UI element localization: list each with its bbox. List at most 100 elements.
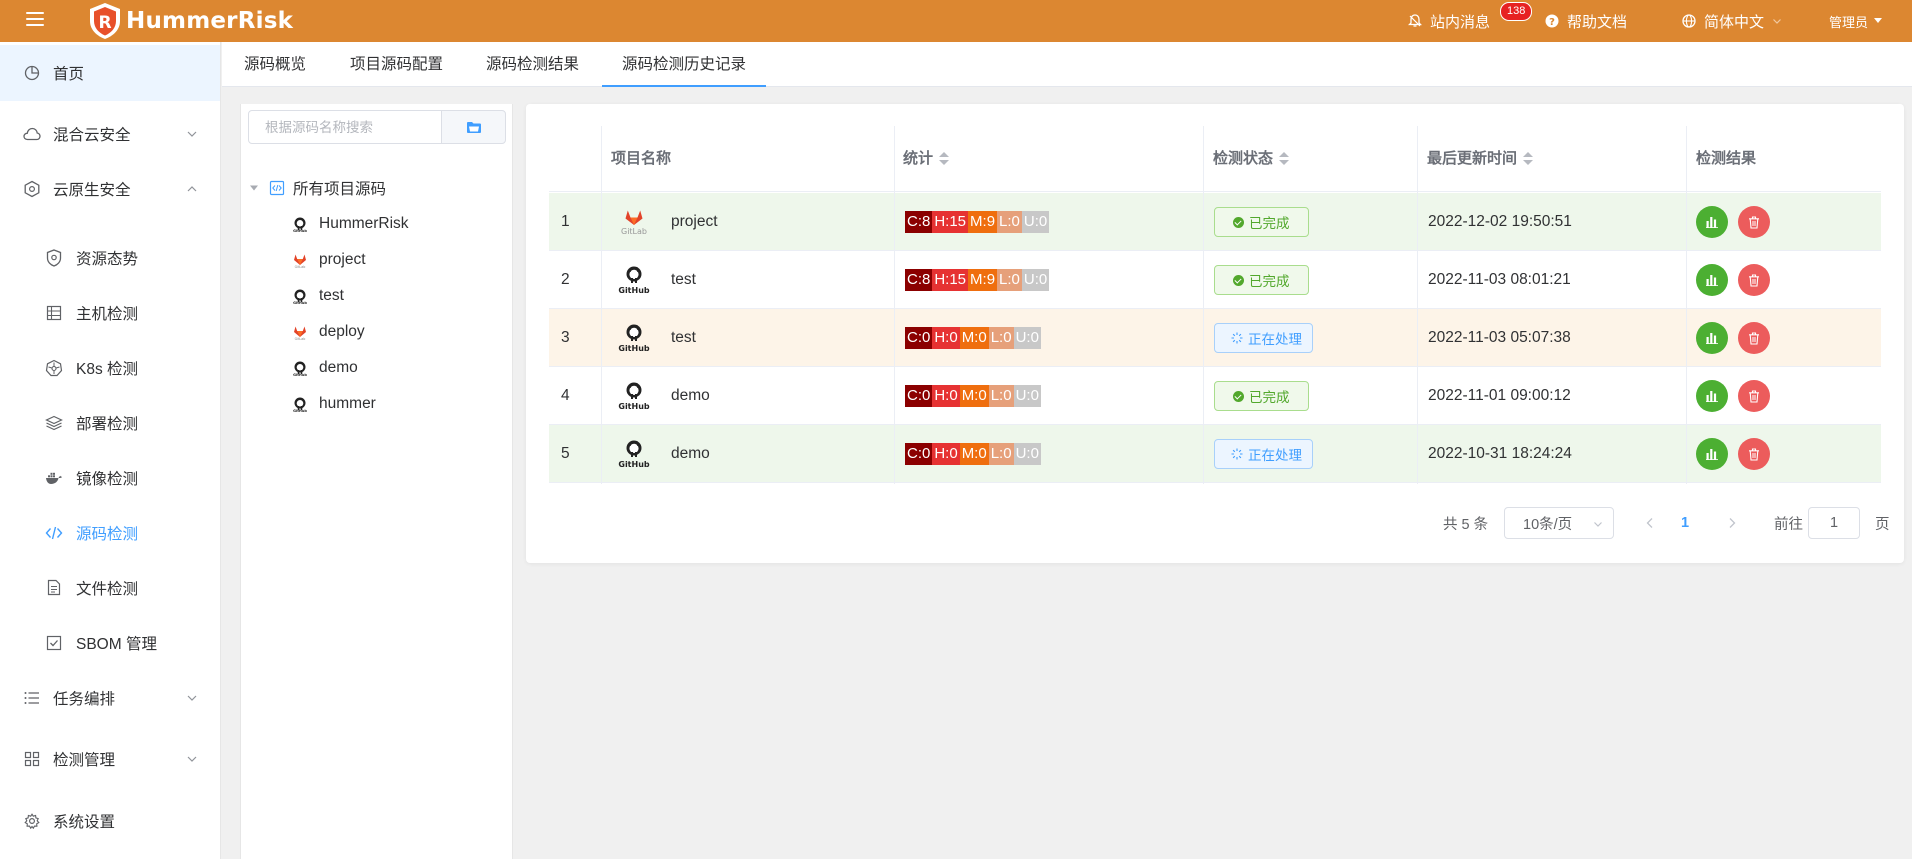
user-menu[interactable]: 管理员 <box>1829 0 1883 42</box>
medium-count: M:0 <box>959 327 989 349</box>
view-chart-button[interactable] <box>1696 264 1728 296</box>
delete-button[interactable] <box>1738 264 1770 296</box>
column-header-stats[interactable]: 统计 <box>893 126 950 192</box>
tab-code-overview[interactable]: 源码概览 <box>244 42 306 87</box>
sidebar-item-resource-posture[interactable]: 资源态势 <box>0 230 220 285</box>
column-header-updated[interactable]: 最后更新时间 <box>1417 126 1534 192</box>
goto-page-input[interactable]: 1 <box>1808 507 1860 539</box>
delete-button[interactable] <box>1738 438 1770 470</box>
table-row[interactable]: 5 GitHub demo C:0 H:0 M:0 L:0 U:0 正在处理 2022-… <box>549 425 1881 483</box>
sidebar-item-task-orchestration[interactable]: 任务编排 <box>0 670 220 726</box>
table-row[interactable]: 2 GitHub test C:8 H:15 M:9 L:0 U:0 已完成 2022-… <box>549 251 1881 309</box>
unknown-count: U:0 <box>1021 269 1050 291</box>
medium-count: M:9 <box>968 211 998 233</box>
high-count: H:15 <box>932 211 969 233</box>
sidebar-item-image-check[interactable]: 镜像检测 <box>0 450 220 505</box>
delete-button[interactable] <box>1738 380 1770 412</box>
github-icon: GitHub <box>291 395 309 413</box>
sidebar-item-code-check[interactable]: 源码检测 <box>0 505 220 560</box>
tree-node[interactable]: GitHub hummer <box>291 392 376 416</box>
sidebar-item-sbom[interactable]: SBOM 管理 <box>0 615 220 670</box>
result-actions <box>1696 367 1780 425</box>
tree-node[interactable]: GitLab project <box>291 248 366 272</box>
sidebar-item-k8s-check[interactable]: K8s 检测 <box>0 340 220 395</box>
view-chart-button[interactable] <box>1696 206 1728 238</box>
svg-text:GitLab: GitLab <box>295 265 306 268</box>
sidebar-item-file-check[interactable]: 文件检测 <box>0 560 220 615</box>
app-logo[interactable]: R HummerRisk <box>88 0 293 42</box>
goto-prefix: 前往 <box>1774 516 1803 533</box>
tree-root-node[interactable]: 所有项目源码 <box>249 176 386 200</box>
tree-node[interactable]: GitLab deploy <box>291 320 365 344</box>
page-size-select[interactable]: 10条/页 <box>1504 507 1614 539</box>
project-name-cell: GitHub demo <box>617 367 710 425</box>
github-icon: GitHub <box>617 321 651 355</box>
language-select[interactable]: 简体中文 <box>1682 0 1782 42</box>
table-row[interactable]: 3 GitHub test C:0 H:0 M:0 L:0 U:0 正在处理 2022-… <box>549 309 1881 367</box>
sidebar-item-host-check[interactable]: 主机检测 <box>0 285 220 340</box>
medium-count: M:0 <box>959 385 989 407</box>
sidebar-item-check-management[interactable]: 检测管理 <box>0 731 220 787</box>
delete-button[interactable] <box>1738 322 1770 354</box>
sidebar-item-label: SBOM 管理 <box>76 635 157 653</box>
table-row[interactable]: 1 GitLab project C:8 H:15 M:9 L:0 U:0 已完成 20… <box>549 193 1881 251</box>
page-number-active[interactable]: 1 <box>1681 507 1689 539</box>
updated-time: 2022-10-31 18:24:24 <box>1428 445 1572 462</box>
sidebar-item-hybrid-cloud[interactable]: 混合云安全 <box>0 106 220 162</box>
sort-icon[interactable] <box>1279 152 1290 166</box>
sidebar-item-home[interactable]: 首页 <box>0 45 220 101</box>
view-chart-button[interactable] <box>1696 322 1728 354</box>
server-icon <box>45 304 63 322</box>
sidebar-item-label: 云原生安全 <box>53 182 131 199</box>
tab-project-config[interactable]: 项目源码配置 <box>350 42 443 87</box>
sidebar-item-label: 首页 <box>53 66 85 83</box>
tree-node-label: hummer <box>319 395 376 412</box>
table-row[interactable]: 4 GitHub demo C:0 H:0 M:0 L:0 U:0 已完成 2022-1… <box>549 367 1881 425</box>
tree-node[interactable]: GitHub demo <box>291 356 358 380</box>
help-docs-link[interactable]: ? 帮助文档 <box>1545 0 1627 42</box>
row-index: 1 <box>561 213 570 230</box>
tree-node[interactable]: GitHub HummerRisk <box>291 212 409 236</box>
next-page-button[interactable] <box>1727 507 1737 539</box>
tab-check-history[interactable]: 源码检测历史记录 <box>602 42 767 87</box>
project-name: test <box>671 329 696 346</box>
bar-chart-icon <box>1706 216 1718 228</box>
delete-button[interactable] <box>1738 206 1770 238</box>
sidebar-item-label: 系统设置 <box>53 814 116 831</box>
column-divider <box>601 126 602 484</box>
prev-page-button[interactable] <box>1645 507 1655 539</box>
pagination-total: 共 5 条 <box>1443 516 1489 533</box>
medium-count: M:9 <box>968 269 998 291</box>
chevron-down-icon <box>187 131 197 137</box>
project-tree-panel: 所有项目源码 GitHub HummerRisk GitLab project … <box>240 104 513 859</box>
menu-toggle-icon[interactable] <box>26 12 44 28</box>
tree-search-input[interactable] <box>248 110 442 144</box>
project-name: demo <box>671 387 710 404</box>
site-messages-link[interactable]: 站内消息 <box>1408 0 1490 42</box>
tab-check-results[interactable]: 源码检测结果 <box>486 42 579 87</box>
tree-node-label: HummerRisk <box>319 215 409 232</box>
help-label: 帮助文档 <box>1567 13 1628 31</box>
sort-icon[interactable] <box>939 152 950 166</box>
tree-search-button[interactable] <box>441 110 506 144</box>
messages-count-badge: 138 <box>1500 2 1533 21</box>
sidebar-item-label: 镜像检测 <box>76 470 139 488</box>
sidebar: 首页 混合云安全 云原生安全 资源态势 主机检测 K8s 检测 部署检测 镜像检… <box>0 42 221 859</box>
tree-node[interactable]: GitHub test <box>291 284 344 308</box>
github-icon: GitHub <box>617 437 651 471</box>
sidebar-item-system-settings[interactable]: 系统设置 <box>0 793 220 849</box>
shield-icon <box>45 248 63 267</box>
sidebar-item-cloud-native[interactable]: 云原生安全 <box>0 161 220 217</box>
sidebar-item-label: 主机检测 <box>76 305 139 323</box>
sidebar-item-deploy-check[interactable]: 部署检测 <box>0 395 220 450</box>
row-index: 5 <box>561 445 570 462</box>
project-name-cell: GitHub test <box>617 309 696 367</box>
row-index: 3 <box>561 329 570 346</box>
view-chart-button[interactable] <box>1696 380 1728 412</box>
view-chart-button[interactable] <box>1696 438 1728 470</box>
sort-icon[interactable] <box>1523 152 1534 166</box>
chevron-up-icon <box>187 186 197 192</box>
github-icon: GitHub <box>617 263 651 297</box>
status-cell: 正在处理 <box>1214 309 1313 367</box>
column-header-status[interactable]: 检测状态 <box>1203 126 1290 192</box>
